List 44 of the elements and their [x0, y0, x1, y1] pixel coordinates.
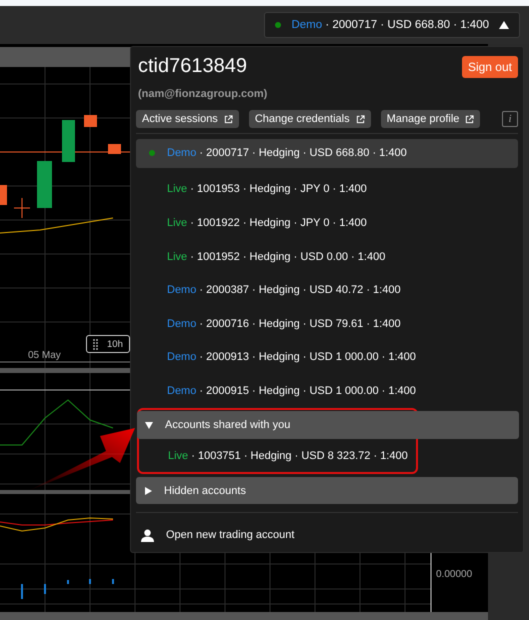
account-row[interactable]: Demo · 2000387 · Hedging · USD 40.72 · 1:400 — [136, 273, 518, 308]
account-label: Live · 1003751 · Hedging · USD 8 323.72 · 1:400 — [168, 450, 408, 462]
candle — [0, 185, 7, 205]
active-dot — [148, 150, 154, 156]
section-header[interactable]: Accounts shared with you — [137, 410, 519, 439]
person-icon — [141, 528, 154, 542]
external-link-button[interactable]: Active sessions — [136, 110, 239, 128]
timeframe-tag[interactable]: 10h — [86, 335, 130, 353]
account-id: ctid7613849 — [138, 55, 247, 78]
account-label: Demo · 2000915 · Hedging · USD 1 000.00 · 1:400 — [167, 385, 416, 397]
section-header[interactable]: Hidden accounts — [136, 476, 518, 504]
account-label: Live · 1001922 · Hedging · JPY 0 · 1:400 — [167, 217, 367, 230]
external-link-icon — [356, 114, 365, 124]
account-row[interactable]: Demo · 2000717 · Hedging · USD 668.80 · 1:400 — [136, 138, 518, 168]
grip-icon — [93, 338, 98, 350]
axis-label: 0.00000 — [436, 569, 472, 580]
open-account-item[interactable]: Open new trading account — [136, 518, 518, 552]
account-row[interactable]: Live · 1003751 · Hedging · USD 8 323.72 · 1:400 — [137, 440, 415, 472]
external-link-button[interactable]: Change credentials — [248, 110, 371, 128]
account-label: Demo · 2000716 · Hedging · USD 79.61 · 1:400 — [167, 318, 401, 330]
account-label: Live · 1001953 · Hedging · JPY 0 · 1:400 — [167, 183, 367, 196]
info-button[interactable]: i — [502, 111, 518, 127]
account-label: Demo · 2000913 · Hedging · USD 1 000.00 · 1:400 — [167, 351, 416, 364]
account-row[interactable]: Live · 1001952 · Hedging · USD 0.00 · 1:400 — [136, 240, 518, 274]
account-label: Live · 1001952 · Hedging · USD 0.00 · 1:400 — [167, 250, 386, 263]
candle — [84, 115, 97, 127]
candle — [108, 144, 121, 154]
account-row[interactable]: Live · 1001922 · Hedging · JPY 0 · 1:400 — [136, 206, 518, 240]
scrollbar[interactable] — [0, 612, 488, 620]
account-row[interactable]: Live · 1001953 · Hedging · JPY 0 · 1:400 — [136, 172, 518, 206]
account-row[interactable]: Demo · 2000716 · Hedging · USD 79.61 · 1:400 — [136, 307, 518, 341]
candle — [14, 198, 30, 218]
external-link-icon — [465, 114, 474, 124]
axis-label: 05 May — [28, 350, 61, 361]
account-row[interactable]: Demo · 2000915 · Hedging · USD 1 000.00 · 1:400 — [136, 374, 518, 408]
account-label: Demo · 2000387 · Hedging · USD 40.72 · 1:400 — [167, 284, 401, 296]
account-row[interactable]: Demo · 2000913 · Hedging · USD 1 000.00 · 1:400 — [136, 340, 518, 374]
account-email: (nam@fionzagroup.com) — [137, 88, 268, 100]
account-label: Demo · 2000717 · Hedging · USD 668.80 · 1:400 — [167, 147, 407, 160]
candle — [62, 120, 75, 162]
external-link-button[interactable]: Manage profile — [380, 110, 480, 128]
external-link-icon — [224, 114, 233, 124]
account-selector[interactable]: Demo · 2000717 · USD 668.80 · 1:400 — [264, 12, 520, 38]
candle — [37, 161, 52, 208]
